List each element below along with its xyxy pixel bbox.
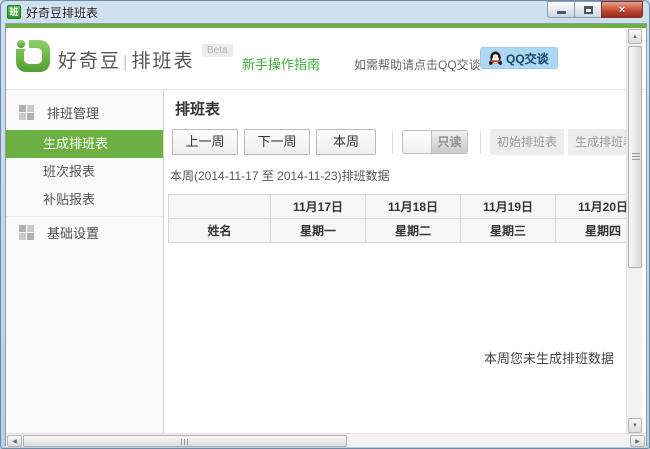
schedule-table-header: 11月17日 11月18日 11月19日 11月20日 姓名 星期一 星期二 星…: [168, 194, 627, 243]
qq-chat-button[interactable]: QQ交谈: [480, 47, 558, 69]
beginner-guide-link[interactable]: 新手操作指南: [242, 54, 320, 73]
brand-title: 好奇豆|排班表: [58, 46, 194, 73]
week-info-text: 本周(2014-11-17 至 2014-11-23)排班数据: [170, 167, 390, 184]
window-content: 好奇豆|排班表 Beta 新手操作指南 如需帮助请点击QQ交谈： QQ交谈: [5, 23, 647, 446]
app-logo-icon: [14, 36, 52, 74]
table-cell-date: 11月19日: [461, 195, 556, 219]
app-window: 班 好奇豆排班表 × 好奇豆|排班表: [0, 0, 650, 449]
table-cell-day: 星期一: [271, 219, 366, 243]
sidebar-item-shift-report[interactable]: 班次报表: [6, 158, 163, 186]
brand-primary: 好奇豆: [58, 51, 121, 72]
generate-schedule-button[interactable]: 生成排班表: [568, 129, 627, 155]
sidebar-section-label: 基础设置: [47, 223, 99, 242]
sidebar-section-schedule-management: 排班管理: [6, 96, 163, 128]
table-row-days: 姓名 星期一 星期二 星期三 星期四: [169, 219, 628, 243]
table-cell-date: 11月20日: [556, 195, 628, 219]
grid-icon: [19, 105, 26, 112]
app-header: 好奇豆|排班表 Beta 新手操作指南 如需帮助请点击QQ交谈： QQ交谈: [6, 28, 646, 90]
readonly-toggle[interactable]: 只读: [402, 130, 468, 154]
sidebar-item-generate-schedule[interactable]: 生成排班表: [6, 130, 163, 158]
window-titlebar[interactable]: 班 好奇豆排班表 ×: [1, 1, 649, 23]
vertical-scrollbar-thumb[interactable]: [628, 46, 642, 268]
vertical-scrollbar[interactable]: ▲ ▼: [626, 29, 642, 433]
sidebar-section-label: 排班管理: [47, 103, 99, 122]
sidebar: 排班管理 生成排班表 班次报表 补贴报表 基础设置: [6, 90, 164, 433]
scrollbar-grip: [632, 153, 640, 154]
page-title: 排班表: [175, 98, 220, 119]
scroll-left-icon[interactable]: ◀: [7, 435, 22, 447]
qq-chat-label: QQ交谈: [506, 50, 549, 67]
window-title: 好奇豆排班表: [26, 4, 548, 21]
empty-data-message: 本周您未生成排班数据: [464, 348, 627, 367]
table-row-dates: 11月17日 11月18日 11月19日 11月20日: [169, 195, 628, 219]
horizontal-scrollbar-thumb[interactable]: [23, 435, 347, 447]
table-cell-name-header: 姓名: [169, 219, 271, 243]
brand-secondary: 排班表: [131, 51, 194, 72]
scroll-right-icon[interactable]: ▶: [630, 435, 645, 447]
table-cell-day: 星期四: [556, 219, 628, 243]
scroll-up-icon[interactable]: ▲: [628, 29, 642, 44]
toolbar-divider: [480, 131, 481, 153]
maximize-icon: [584, 6, 593, 14]
qq-penguin-icon: [489, 51, 502, 66]
toggle-knob: [403, 131, 432, 153]
window-app-icon: 班: [7, 5, 21, 19]
maximize-button[interactable]: [574, 1, 602, 18]
table-cell-date: 11月18日: [366, 195, 461, 219]
sidebar-section-basic-settings[interactable]: 基础设置: [6, 216, 163, 248]
readonly-toggle-label: 只读: [432, 131, 467, 153]
minimize-button[interactable]: [547, 1, 575, 18]
window-controls: ×: [548, 1, 643, 18]
this-week-button[interactable]: 本周: [316, 129, 376, 155]
minimize-icon: [557, 11, 566, 14]
sidebar-item-subsidy-report[interactable]: 补贴报表: [6, 186, 163, 214]
next-week-button[interactable]: 下一周: [244, 129, 310, 155]
close-button[interactable]: ×: [601, 1, 643, 18]
scrollbar-grip: [181, 439, 182, 445]
toolbar-divider: [392, 131, 393, 153]
table-cell-date: 11月17日: [271, 195, 366, 219]
table-cell-day: 星期三: [461, 219, 556, 243]
scroll-down-icon[interactable]: ▼: [628, 418, 642, 433]
grid-icon: [19, 225, 26, 232]
table-cell: [169, 195, 271, 219]
table-cell-day: 星期二: [366, 219, 461, 243]
main-panel: 排班表 上一周 下一周 本周 只读 初始排班表 生成排班表 本周(2014-11…: [164, 90, 627, 433]
initial-schedule-button[interactable]: 初始排班表: [490, 129, 564, 155]
brand-divider: |: [121, 52, 131, 71]
qq-help-text: 如需帮助请点击QQ交谈：: [354, 56, 493, 73]
prev-week-button[interactable]: 上一周: [172, 129, 238, 155]
beta-badge: Beta: [202, 44, 233, 57]
horizontal-scrollbar[interactable]: ◀ ▶: [6, 433, 646, 447]
